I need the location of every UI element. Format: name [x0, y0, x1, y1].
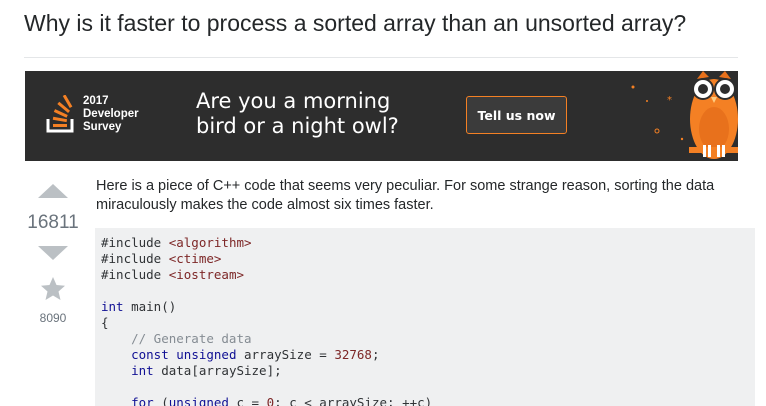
headline-line-2: bird or a night owl?	[196, 114, 399, 138]
code-line: // Generate data	[101, 331, 755, 347]
code-token: {	[101, 315, 109, 330]
code-token: unsigned	[168, 395, 229, 406]
tell-us-now-button[interactable]: Tell us now	[466, 96, 567, 134]
survey-badge-text: 2017 Developer Survey	[83, 95, 139, 134]
owl-illustration-icon: * +	[631, 71, 738, 159]
code-content: #include <algorithm> #include <ctime> #inc…	[95, 228, 755, 406]
survey-year: 2017	[83, 95, 109, 107]
code-line: #include <iostream>	[101, 267, 755, 283]
code-line: for (unsigned c = 0; c < arraySize; ++c)	[101, 395, 755, 406]
code-token: 32768	[334, 347, 372, 362]
question-body-text: Here is a piece of C++ code that seems v…	[96, 178, 715, 213]
code-line: #include <algorithm>	[101, 235, 755, 251]
code-token: for	[131, 395, 154, 406]
headline-line-1: Are you a morning	[196, 89, 391, 113]
code-token: 0	[266, 395, 275, 406]
survey-developer: Developer	[83, 108, 139, 120]
code-token: int	[101, 299, 124, 314]
code-token: const unsigned	[131, 347, 237, 362]
survey-label: Survey	[83, 121, 122, 133]
code-line: #include <ctime>	[101, 251, 755, 267]
code-line: {	[101, 315, 755, 331]
code-token: ; c < arraySize; ++c)	[274, 395, 433, 406]
code-token: #include	[101, 267, 169, 282]
code-token: <ctime>	[168, 251, 222, 266]
code-line: int main()	[101, 299, 755, 315]
favorite-count: 8090	[39, 311, 67, 325]
favorite-star-icon[interactable]	[38, 274, 68, 304]
downvote-arrow-icon[interactable]	[38, 246, 68, 260]
code-token: arraySize =	[236, 347, 335, 362]
code-block[interactable]: #include <algorithm> #include <ctime> #inc…	[95, 228, 755, 406]
code-token: <iostream>	[168, 267, 244, 282]
code-token: #include	[101, 251, 169, 266]
code-token: ;	[371, 347, 380, 362]
svg-text:*: *	[667, 95, 672, 106]
code-line: const unsigned arraySize = 32768;	[101, 347, 755, 363]
code-token: data[arraySize];	[153, 363, 282, 378]
code-token: (	[153, 395, 169, 406]
code-line: int data[arraySize];	[101, 363, 755, 379]
upvote-arrow-icon[interactable]	[38, 184, 68, 198]
banner-headline: Are you a morning bird or a night owl?	[196, 89, 399, 139]
code-token: c =	[228, 395, 267, 406]
code-token: int	[131, 363, 154, 378]
title-divider	[24, 57, 738, 58]
code-token: // Generate data	[101, 331, 252, 346]
code-token: #include	[101, 235, 169, 250]
code-token: main()	[123, 299, 177, 314]
code-token: <algorithm>	[168, 235, 252, 250]
vote-count: 16811	[27, 212, 79, 233]
survey-banner-ad[interactable]: 2017 Developer Survey Are you a morning …	[25, 71, 738, 161]
question-title[interactable]: Why is it faster to process a sorted arr…	[24, 10, 686, 37]
stack-overflow-logo-icon	[46, 95, 74, 133]
